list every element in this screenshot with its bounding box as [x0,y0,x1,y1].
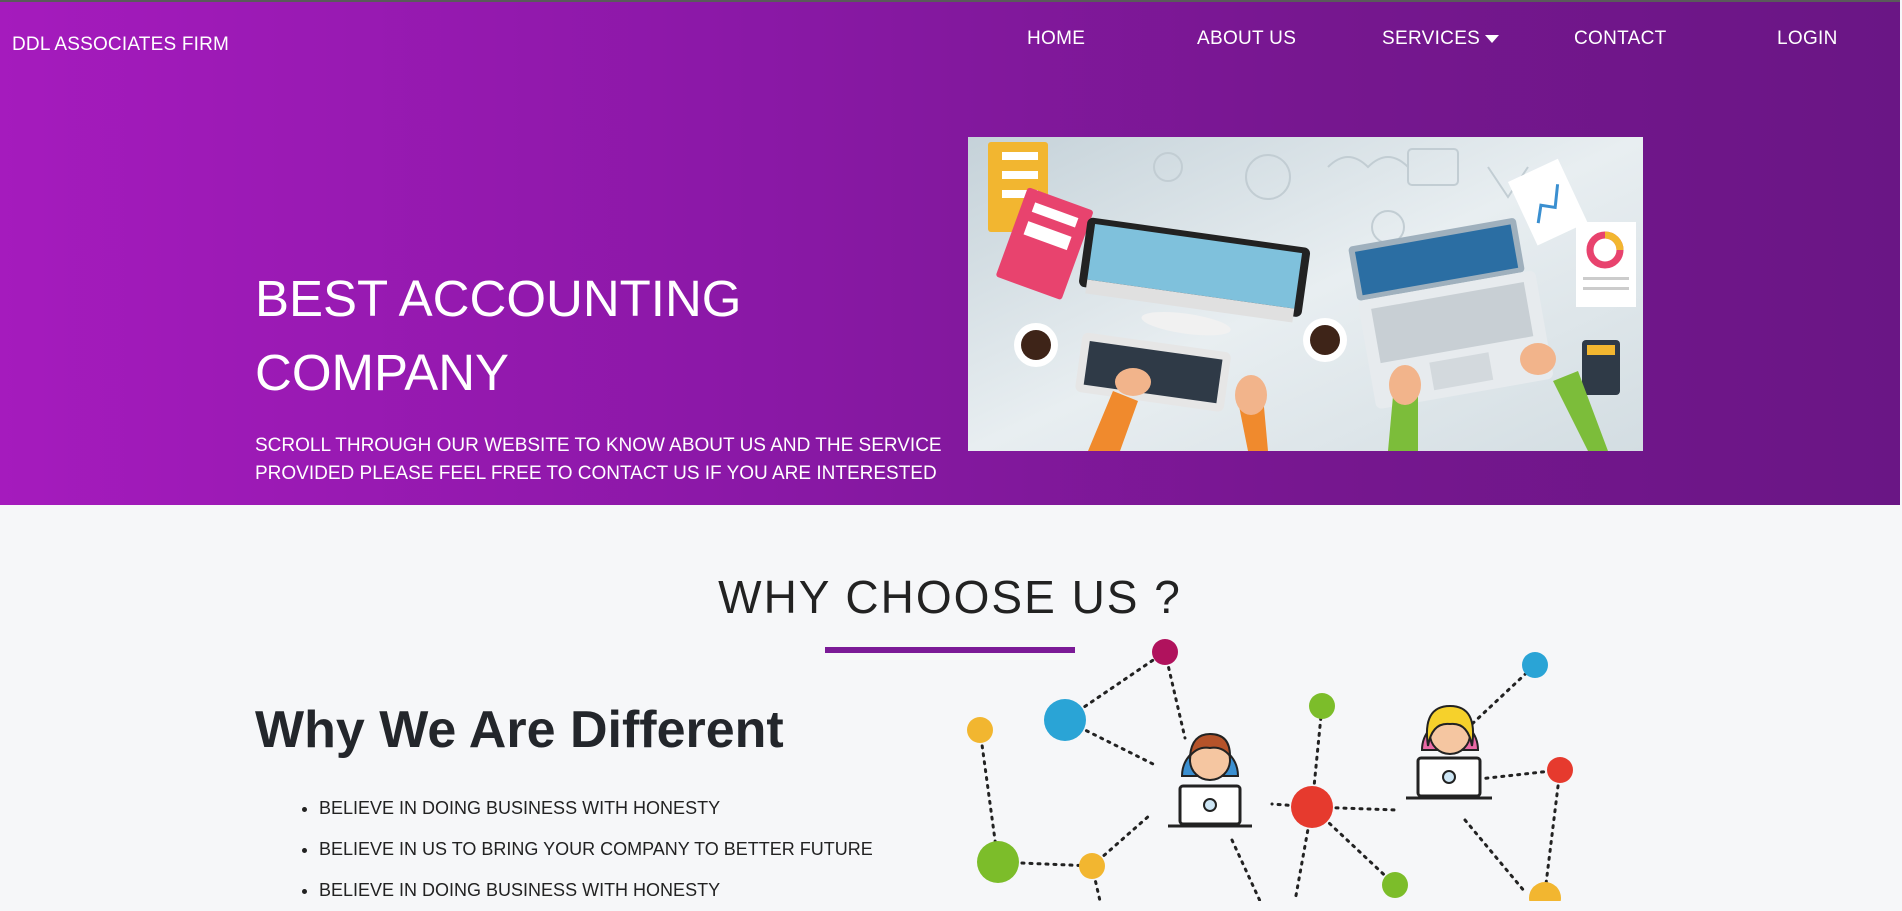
nav-about-us[interactable]: ABOUT US [1197,28,1296,50]
list-item: BELIEVE IN US TO BRING YOUR COMPANY TO B… [319,829,873,870]
workspace-illustration [968,137,1643,451]
nav-services[interactable]: SERVICES [1382,28,1480,50]
network-illustration [967,639,1573,901]
hero-section: DDL ASSOCIATES FIRM HOME ABOUT US SERVIC… [0,0,1900,505]
hero-subtitle: SCROLL THROUGH OUR WEBSITE TO KNOW ABOUT… [255,435,942,484]
list-item: BELIEVE IN DOING BUSINESS WITH HONESTY [319,788,873,829]
benefits-list: BELIEVE IN DOING BUSINESS WITH HONESTY B… [295,788,873,911]
nav-contact[interactable]: CONTACT [1574,28,1667,50]
main-nav: HOME ABOUT US SERVICES CONTACT LOGIN [0,28,1900,58]
list-item: BELIEVE IN DOING BUSINESS WITH HONESTY [319,870,873,911]
hero-title: BEST ACCOUNTING COMPANY [255,270,742,401]
nav-home[interactable]: HOME [1027,28,1085,50]
chevron-down-icon[interactable] [1485,35,1499,43]
why-choose-us-title: WHY CHOOSE US ? [718,571,1182,623]
why-different-heading: Why We Are Different [255,701,784,759]
nav-login[interactable]: LOGIN [1777,28,1838,50]
top-border [0,0,1900,2]
